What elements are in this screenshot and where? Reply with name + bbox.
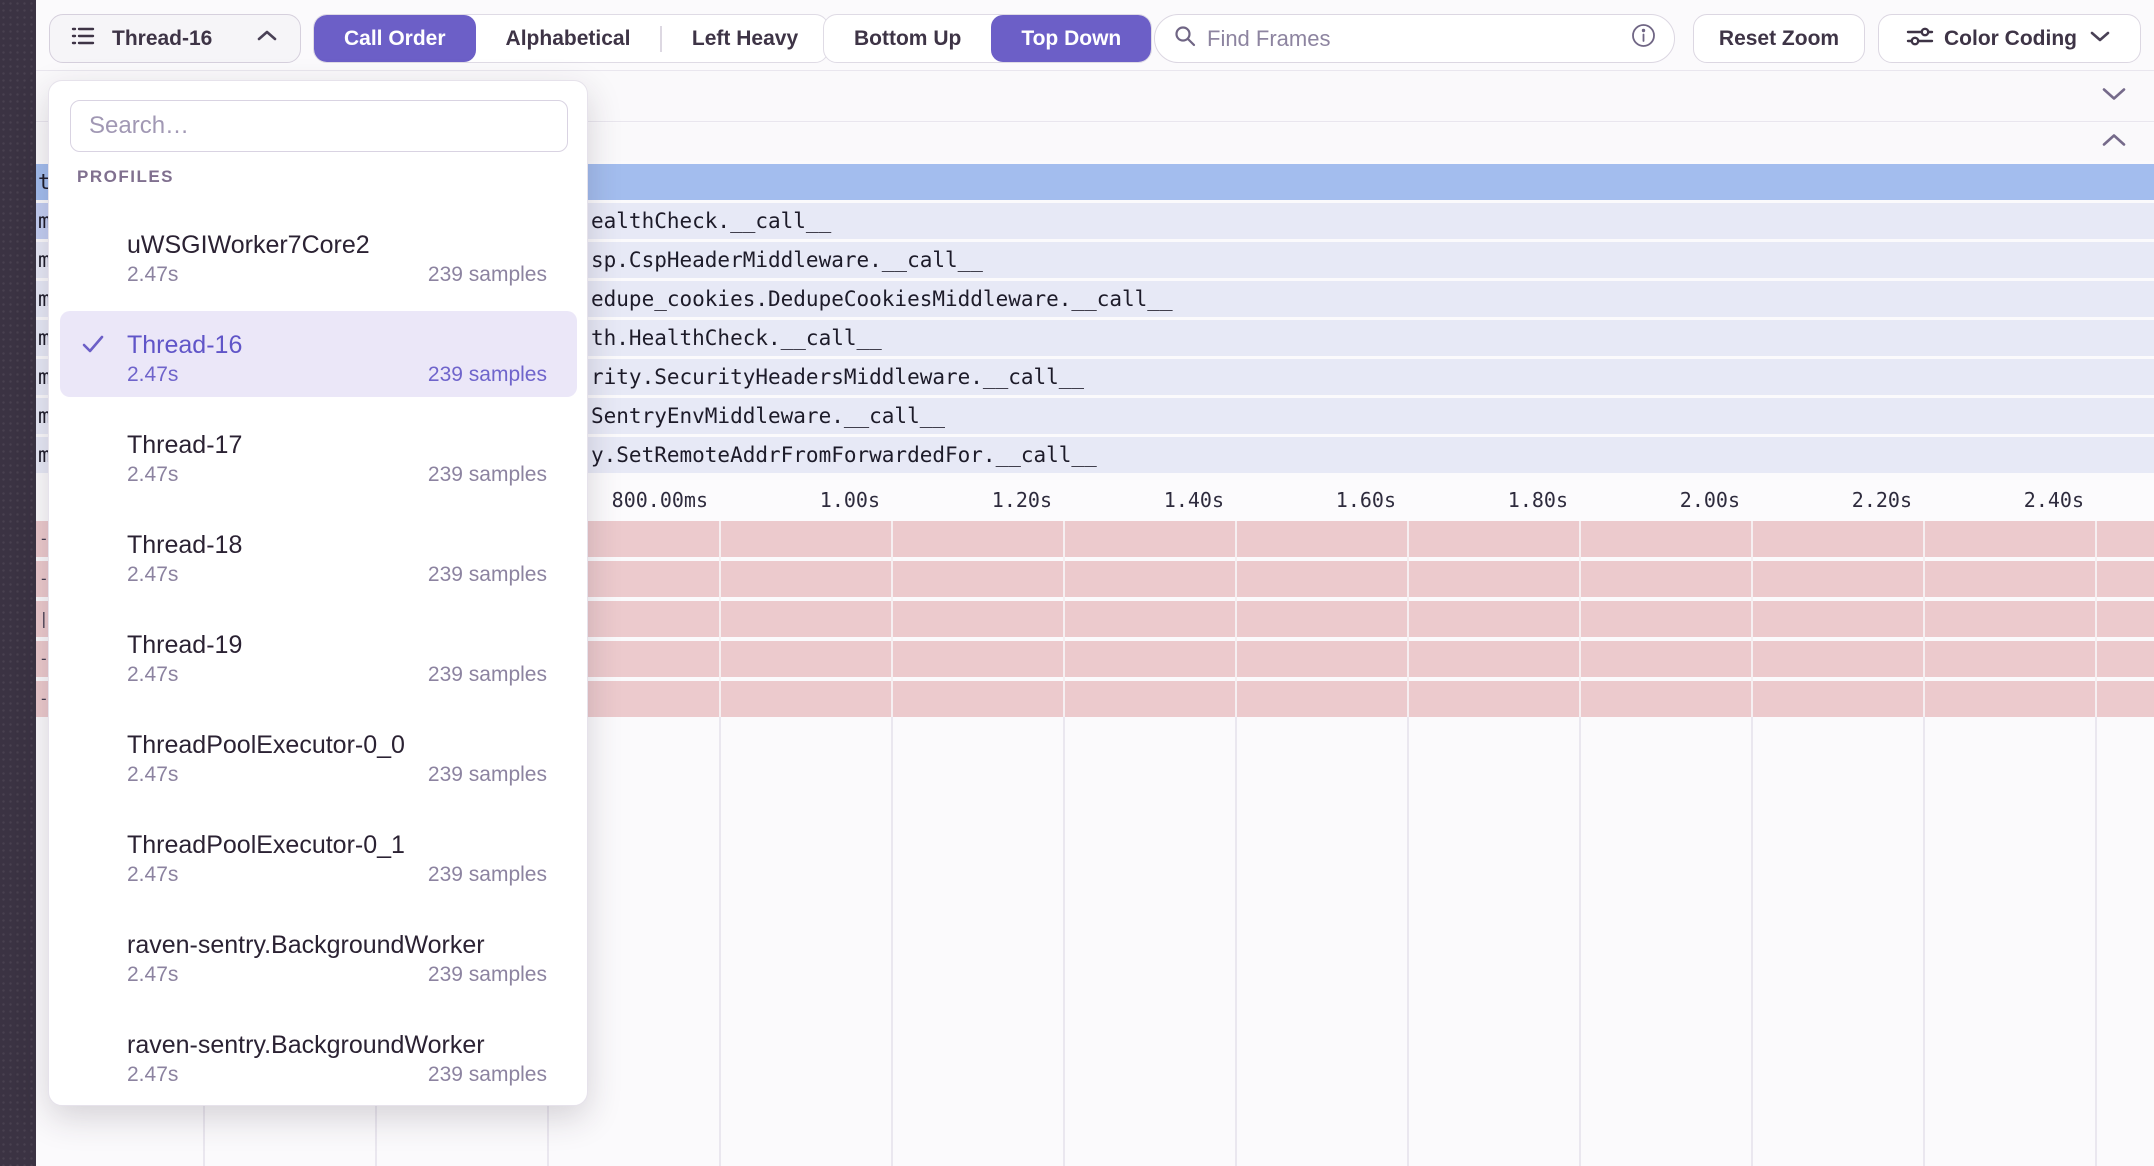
time-gridline — [1751, 521, 1753, 717]
profile-option[interactable]: Thread-18 2.47s 239 samples — [49, 504, 587, 604]
profile-duration: 2.47s — [127, 963, 178, 987]
profile-samples: 239 samples — [428, 863, 547, 887]
sort-option-left-heavy[interactable]: Left Heavy — [662, 15, 828, 62]
time-gridline — [891, 521, 893, 717]
time-axis-tick: 2.40s — [1864, 480, 2084, 521]
profile-name: Thread-18 — [127, 531, 242, 560]
direction-mode-segmented-control: Bottom UpTop Down — [823, 14, 1152, 63]
check-icon — [79, 330, 107, 363]
profile-option[interactable]: Thread-16 2.47s 239 samples — [49, 304, 587, 404]
find-frames-input[interactable]: Find Frames — [1154, 14, 1675, 63]
frame-label: th.HealthCheck.__call__ — [591, 320, 882, 356]
profile-samples: 239 samples — [428, 563, 547, 587]
frame-label: SentryEnvMiddleware.__call__ — [591, 398, 945, 434]
list-icon — [70, 23, 96, 55]
profile-samples: 239 samples — [428, 1063, 547, 1087]
profile-option[interactable]: raven-sentry.BackgroundWorker 2.47s 239 … — [49, 1004, 587, 1104]
profile-option[interactable]: raven-sentry.BackgroundWorker 2.47s 239 … — [49, 904, 587, 1004]
profile-samples: 239 samples — [428, 463, 547, 487]
profiles-list: uWSGIWorker7Core2 2.47s 239 samples Thre… — [49, 204, 587, 1104]
reset-zoom-button[interactable]: Reset Zoom — [1693, 14, 1865, 63]
time-gridline — [1407, 521, 1409, 717]
profile-samples: 239 samples — [428, 763, 547, 787]
chevron-down-icon — [2087, 27, 2113, 51]
profile-samples: 239 samples — [428, 963, 547, 987]
sort-option-alphabetical[interactable]: Alphabetical — [476, 15, 661, 62]
profile-option[interactable]: ThreadPoolExecutor-0_1 2.47s 239 samples — [49, 804, 587, 904]
profile-option[interactable]: Thread-19 2.47s 239 samples — [49, 604, 587, 704]
sliders-icon — [1906, 24, 1934, 54]
time-gridline — [1579, 717, 1581, 1166]
frame-label: y.SetRemoteAddrFromForwardedFor.__call__ — [591, 437, 1097, 473]
profile-duration: 2.47s — [127, 663, 178, 687]
sort-option-call-order[interactable]: Call Order — [314, 15, 476, 62]
color-coding-label: Color Coding — [1944, 27, 2077, 51]
time-gridline — [1923, 521, 1925, 717]
expand-section-chevron-down-icon[interactable] — [2096, 83, 2132, 110]
profile-duration: 2.47s — [127, 363, 178, 387]
profile-name: ThreadPoolExecutor-0_1 — [127, 831, 405, 860]
time-gridline — [1235, 717, 1237, 1166]
frame-label: edupe_cookies.DedupeCookiesMiddleware.__… — [591, 281, 1173, 317]
dropdown-search-input[interactable] — [70, 100, 568, 152]
direction-option-bottom-up[interactable]: Bottom Up — [824, 15, 991, 62]
thread-selector-label: Thread-16 — [112, 27, 242, 51]
frame-label: sp.CspHeaderMiddleware.__call__ — [591, 242, 983, 278]
sort-mode-segmented-control: Call OrderAlphabeticalLeft Heavy — [313, 14, 829, 63]
color-coding-button[interactable]: Color Coding — [1878, 14, 2141, 63]
profile-name: uWSGIWorker7Core2 — [127, 231, 370, 260]
collapse-section-chevron-up-icon[interactable] — [2096, 129, 2132, 156]
profile-duration: 2.47s — [127, 463, 178, 487]
profile-name: Thread-16 — [127, 331, 242, 360]
profile-name: raven-sentry.BackgroundWorker — [127, 931, 485, 960]
frame-label: rity.SecurityHeadersMiddleware.__call__ — [591, 359, 1084, 395]
time-gridline — [1751, 717, 1753, 1166]
find-frames-placeholder: Find Frames — [1207, 26, 1621, 52]
profile-duration: 2.47s — [127, 863, 178, 887]
profile-samples: 239 samples — [428, 263, 547, 287]
chevron-up-icon — [254, 27, 280, 51]
time-gridline — [1407, 717, 1409, 1166]
info-icon[interactable] — [1631, 23, 1656, 54]
profile-samples: 239 samples — [428, 363, 547, 387]
time-gridline — [891, 717, 893, 1166]
profile-name: Thread-17 — [127, 431, 242, 460]
profile-name: ThreadPoolExecutor-0_0 — [127, 731, 405, 760]
reset-zoom-label: Reset Zoom — [1719, 27, 1839, 51]
profile-duration: 2.47s — [127, 1063, 178, 1087]
time-gridline — [1063, 717, 1065, 1166]
profile-option[interactable]: Thread-17 2.47s 239 samples — [49, 404, 587, 504]
time-gridline — [2095, 717, 2097, 1166]
time-gridline — [2095, 521, 2097, 717]
time-gridline — [1923, 717, 1925, 1166]
frame-label: ealthCheck.__call__ — [591, 203, 831, 239]
profile-name: Thread-19 — [127, 631, 242, 660]
time-gridline — [1579, 521, 1581, 717]
profile-name: raven-sentry.BackgroundWorker — [127, 1031, 485, 1060]
profile-option[interactable]: ThreadPoolExecutor-0_0 2.47s 239 samples — [49, 704, 587, 804]
profiles-section-label: PROFILES — [77, 167, 174, 187]
thread-dropdown-panel: PROFILES uWSGIWorker7Core2 2.47s 239 sam… — [48, 80, 588, 1106]
time-gridline — [719, 521, 721, 717]
profile-duration: 2.47s — [127, 763, 178, 787]
search-icon — [1173, 24, 1197, 54]
time-gridline — [1235, 521, 1237, 717]
app-sidebar — [0, 0, 36, 1166]
time-gridline — [1063, 521, 1065, 717]
profiler-flamegraph-page: Thread-16 Call OrderAlphabeticalLeft Hea… — [0, 0, 2154, 1166]
profile-option[interactable]: uWSGIWorker7Core2 2.47s 239 samples — [49, 204, 587, 304]
thread-selector-button[interactable]: Thread-16 — [49, 14, 301, 63]
direction-option-top-down[interactable]: Top Down — [991, 15, 1151, 62]
profile-samples: 239 samples — [428, 663, 547, 687]
profile-duration: 2.47s — [127, 563, 178, 587]
time-gridline — [719, 717, 721, 1166]
profile-duration: 2.47s — [127, 263, 178, 287]
